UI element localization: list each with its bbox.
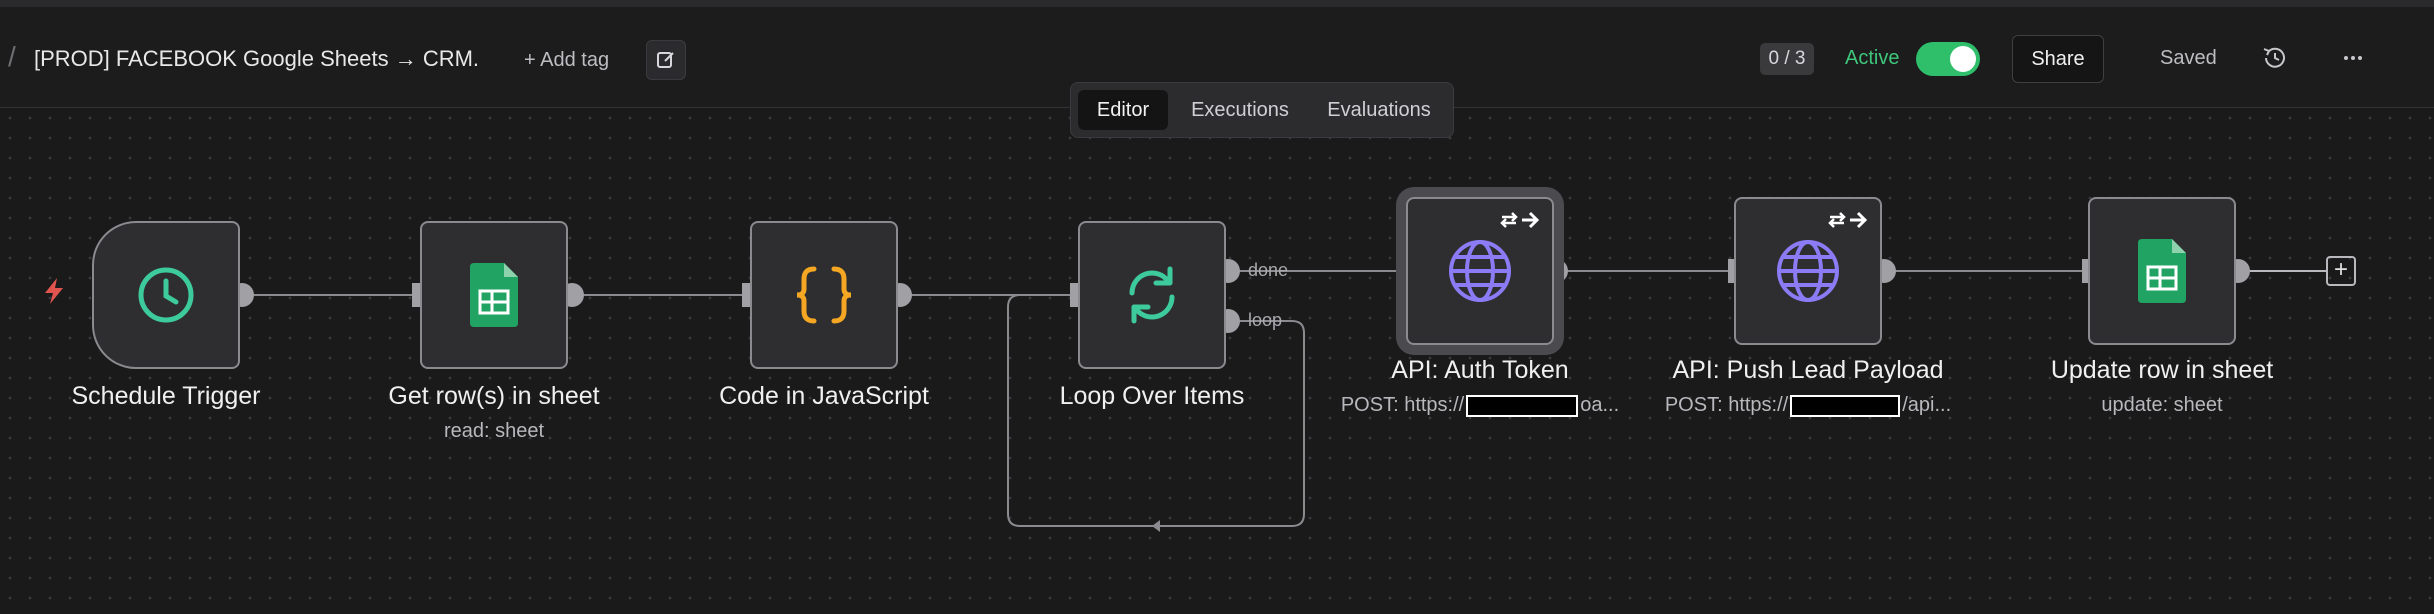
node-title: Update row in sheet (2050, 356, 2274, 384)
workflow-title[interactable]: [PROD] FACEBOOK Google Sheets → CRM. (34, 46, 479, 72)
subtitle-prefix: POST: https:// (1340, 394, 1465, 416)
node-update-row-in-sheet[interactable] (2088, 197, 2236, 345)
node-subtitle: POST: https:// oa... (1310, 394, 1650, 417)
view-tabs: Editor Executions Evaluations (1070, 82, 1454, 138)
globe-icon (1777, 240, 1839, 302)
saved-status: Saved (2160, 47, 2217, 69)
node-title: Code in JavaScript (719, 382, 929, 410)
breadcrumb-separator: / (8, 41, 16, 72)
node-code-in-javascript[interactable] (750, 221, 898, 369)
history-icon[interactable] (2260, 43, 2290, 73)
add-node-button[interactable]: + (2326, 256, 2356, 286)
share-button[interactable]: Share (2012, 35, 2104, 83)
node-subtitle: read: sheet (443, 420, 545, 442)
node-subtitle: update: sheet (2101, 394, 2223, 416)
active-label: Active (1845, 47, 1900, 69)
clock-icon (138, 267, 194, 323)
node-get-rows-in-sheet[interactable] (420, 221, 568, 369)
toggle-knob (1950, 46, 1976, 72)
tab-evaluations[interactable]: Evaluations (1311, 90, 1447, 130)
subtitle-suffix: oa... (1580, 394, 1620, 416)
globe-icon (1449, 240, 1511, 302)
trigger-bolt-icon (45, 278, 63, 304)
workflow-canvas[interactable]: Schedule Trigger Get row(s) in sheet rea… (0, 108, 2434, 614)
loop-icon (1129, 266, 1175, 324)
node-title: Schedule Trigger (71, 382, 261, 410)
redacted-url (1790, 394, 1901, 417)
production-checklist-counter[interactable]: 0 / 3 (1760, 43, 1814, 75)
tab-editor[interactable]: Editor (1078, 90, 1168, 130)
node-api-auth-token[interactable] (1406, 197, 1554, 345)
subtitle-prefix: POST: https:// (1664, 394, 1789, 416)
add-tag-button[interactable]: + Add tag (524, 49, 609, 72)
port-label-done: done (1248, 260, 1289, 280)
node-schedule-trigger[interactable] (92, 221, 240, 369)
more-options-icon[interactable] (2338, 43, 2368, 73)
google-sheets-icon (470, 263, 518, 327)
node-title: Loop Over Items (1059, 382, 1245, 410)
node-subtitle: POST: https:// /api... (1638, 394, 1978, 417)
node-api-push-lead-payload[interactable] (1734, 197, 1882, 345)
node-title: API: Auth Token (1391, 356, 1569, 384)
tab-executions[interactable]: Executions (1175, 90, 1305, 130)
retry-arrows-icon (1500, 211, 1540, 229)
subtitle-suffix: /api... (1902, 394, 1952, 416)
node-loop-over-items[interactable] (1078, 221, 1226, 369)
edit-icon (657, 52, 674, 68)
redacted-url (1466, 394, 1579, 417)
port-label-loop: loop (1248, 310, 1283, 330)
retry-arrows-icon (1828, 211, 1868, 229)
node-title: API: Push Lead Payload (1672, 356, 1944, 384)
active-toggle[interactable] (1916, 42, 1980, 76)
code-braces-icon (796, 266, 852, 324)
edit-description-button[interactable] (646, 40, 686, 80)
google-sheets-icon (2138, 239, 2186, 303)
node-title: Get row(s) in sheet (388, 382, 600, 410)
